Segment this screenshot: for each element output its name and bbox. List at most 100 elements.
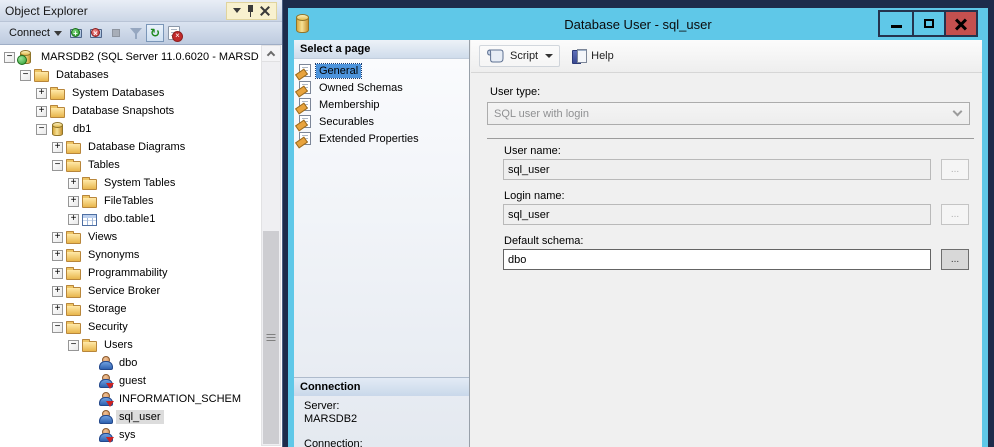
tree-item-dbo-table1[interactable]: +dbo.table1 — [0, 210, 260, 228]
tree-item-storage[interactable]: +Storage — [0, 300, 260, 318]
tree-expand-icon[interactable]: + — [36, 88, 47, 99]
tree-item-databases[interactable]: − Databases — [0, 66, 260, 84]
tree-item-guest[interactable]: guest — [0, 372, 260, 390]
default-schema-label: Default schema: — [504, 235, 583, 247]
tree-expand-icon[interactable]: + — [52, 304, 63, 315]
stop-button[interactable] — [106, 24, 126, 42]
connect-label: Connect — [9, 27, 50, 39]
tree-expand-icon[interactable]: + — [68, 196, 79, 207]
tree-item-label: guest — [116, 374, 149, 388]
page-item-extended-properties[interactable]: Extended Properties — [294, 130, 469, 147]
user-type-select[interactable]: SQL user with login — [487, 102, 970, 125]
help-button[interactable]: Help — [566, 46, 620, 66]
tree-expand-icon[interactable]: + — [52, 268, 63, 279]
tree-collapse-icon[interactable]: − — [68, 340, 79, 351]
tree-item-users[interactable]: −Users — [0, 336, 260, 354]
user-name-input[interactable] — [503, 159, 931, 180]
refresh-button[interactable]: ↻ — [146, 24, 164, 42]
tree-item-tables[interactable]: −Tables — [0, 156, 260, 174]
filter-icon — [130, 27, 142, 39]
tree-item-system-tables[interactable]: +System Tables — [0, 174, 260, 192]
tree-expand-icon[interactable]: + — [52, 250, 63, 261]
script-button[interactable]: Script — [479, 45, 560, 67]
page-item-general[interactable]: General — [294, 62, 469, 79]
connect-button[interactable]: Connect — [5, 25, 66, 41]
close-panel-icon[interactable] — [260, 6, 270, 16]
window-position-icon[interactable] — [233, 8, 241, 13]
tree-item-marsdb2-sql-server-11-0-6020-marsd[interactable]: − MARSDB2 (SQL Server 11.0.6020 - MARSD — [0, 48, 260, 66]
close-button[interactable] — [944, 12, 976, 35]
tree-expand-icon[interactable]: + — [52, 142, 63, 153]
tree-item-dbo[interactable]: dbo — [0, 354, 260, 372]
page-icon — [299, 81, 311, 94]
tree-scrollbar[interactable] — [261, 45, 281, 446]
tree-item-database-snapshots[interactable]: +Database Snapshots — [0, 102, 260, 120]
tree-item-filetables[interactable]: +FileTables — [0, 192, 260, 210]
default-schema-browse-button[interactable]: ... — [941, 249, 969, 270]
select-a-page-pane: Select a page GeneralOwned Schemas Member… — [294, 40, 470, 447]
connect-server-button[interactable]: + — [66, 24, 86, 42]
page-item-label: Membership — [316, 98, 383, 112]
tree-item-db1[interactable]: −db1 — [0, 120, 260, 138]
user-name-browse-button[interactable]: ... — [941, 159, 969, 180]
scrollbar-thumb[interactable] — [263, 231, 279, 444]
tree-expand-icon[interactable]: + — [68, 178, 79, 189]
connection-label: Connection: — [304, 438, 465, 447]
page-item-securables[interactable]: Securables — [294, 113, 469, 130]
tree-item-views[interactable]: + Views — [0, 228, 260, 246]
tree-item-label: Databases — [53, 68, 112, 82]
object-explorer-titlebar[interactable]: Object Explorer — [0, 0, 282, 22]
minimize-button[interactable] — [880, 12, 912, 35]
tree-item-information-schem[interactable]: INFORMATION_SCHEM — [0, 390, 260, 408]
tree-item-database-diagrams[interactable]: +Database Diagrams — [0, 138, 260, 156]
folder-icon — [66, 161, 81, 172]
object-explorer-title: Object Explorer — [5, 4, 226, 18]
page-item-owned-schemas[interactable]: Owned Schemas — [294, 79, 469, 96]
help-label: Help — [591, 50, 614, 62]
select-a-page-header: Select a page — [294, 40, 469, 59]
folder-icon — [82, 341, 97, 352]
tree-collapse-icon[interactable]: − — [52, 322, 63, 333]
tree-item-sys[interactable]: sys — [0, 426, 260, 444]
chevron-up-icon — [267, 51, 275, 59]
folder-icon — [66, 251, 81, 262]
scroll-up-button[interactable] — [262, 46, 280, 62]
tree-collapse-icon[interactable]: − — [36, 124, 47, 135]
tree-item-programmability[interactable]: +Programmability — [0, 264, 260, 282]
filter-button[interactable] — [126, 24, 146, 42]
window-buttons — [878, 10, 978, 37]
object-explorer-body: −MARSDB2 (SQL Server 11.0.6020 - MARSD−D… — [0, 45, 282, 447]
help-book-icon — [572, 49, 586, 63]
tree-item-sql-user[interactable]: sql_user — [0, 408, 260, 426]
login-name-input[interactable] — [503, 204, 931, 225]
disable-script-button[interactable] — [164, 24, 184, 42]
page-item-label: General — [316, 64, 361, 78]
tree-expand-icon[interactable]: + — [52, 232, 63, 243]
tree-item-synonyms[interactable]: +Synonyms — [0, 246, 260, 264]
tree-collapse-icon[interactable]: − — [4, 52, 15, 63]
expander-spacer — [84, 376, 98, 387]
pin-icon[interactable] — [247, 5, 254, 17]
tree-expand-icon[interactable]: + — [36, 106, 47, 117]
tree-item-label: MARSDB2 (SQL Server 11.0.6020 - MARSD — [38, 50, 260, 64]
tree-expand-icon[interactable]: + — [68, 214, 79, 225]
tree-item-service-broker[interactable]: +Service Broker — [0, 282, 260, 300]
script-label: Script — [510, 50, 538, 62]
folder-icon — [82, 179, 97, 190]
tree-collapse-icon[interactable]: − — [20, 70, 31, 81]
database-user-dialog: Database User - sql_user Select a page G… — [288, 8, 988, 447]
page-icon — [299, 115, 311, 128]
tree-expand-icon[interactable]: + — [52, 286, 63, 297]
default-schema-input[interactable] — [503, 249, 931, 270]
disconnect-server-button[interactable]: × — [86, 24, 106, 42]
dialog-titlebar[interactable]: Database User - sql_user — [294, 8, 982, 40]
script-error-icon — [168, 26, 180, 40]
login-name-browse-button[interactable]: ... — [941, 204, 969, 225]
tree-item-security[interactable]: −Security — [0, 318, 260, 336]
chevron-down-icon — [54, 31, 62, 36]
tree-item-label: Views — [85, 230, 120, 244]
maximize-button[interactable] — [912, 12, 944, 35]
tree-item-system-databases[interactable]: +System Databases — [0, 84, 260, 102]
tree-collapse-icon[interactable]: − — [52, 160, 63, 171]
page-item-membership[interactable]: Membership — [294, 96, 469, 113]
